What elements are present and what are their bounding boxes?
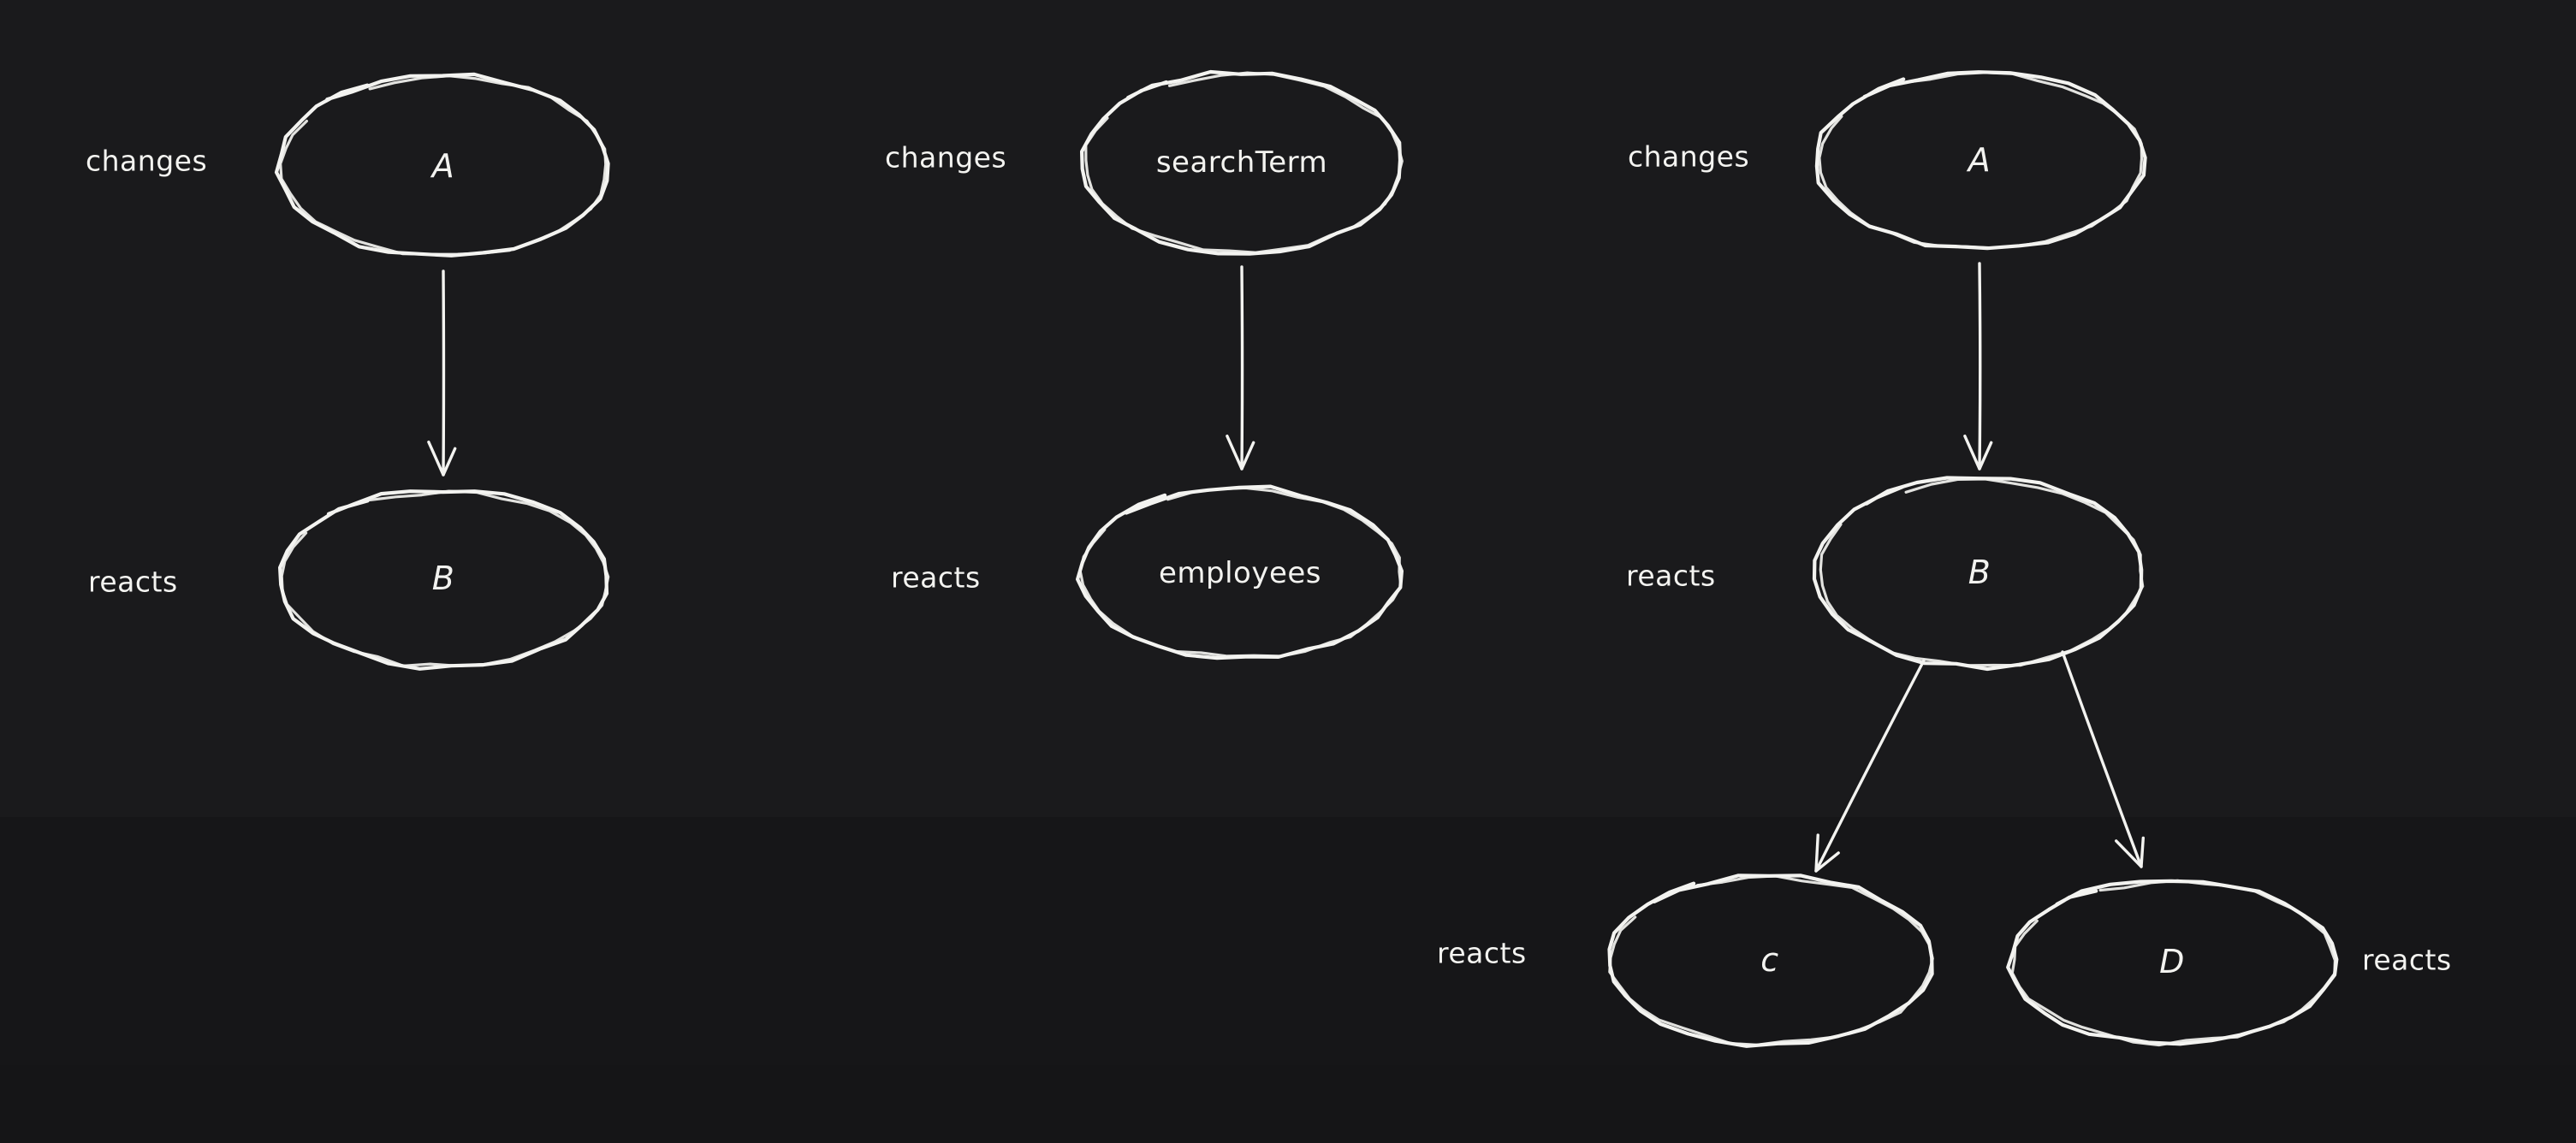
arrow-a3-to-b3	[1963, 262, 1993, 471]
arrow-b3-to-d3	[2061, 650, 2146, 868]
side-label-reacts-d: reacts	[2362, 943, 2452, 977]
arrow-head	[1226, 434, 1255, 471]
arrow-head	[1963, 434, 1993, 471]
arrow-shaft	[1814, 659, 1926, 873]
node-label-searchTerm: searchTerm	[1155, 145, 1328, 180]
side-label-changes-1: changes	[86, 144, 208, 178]
node-label-b3: B	[1968, 554, 1991, 591]
arrow-searchTerm-to-employees	[1226, 265, 1255, 471]
side-label-changes-3: changes	[1628, 139, 1750, 174]
arrow-head	[427, 440, 457, 477]
side-label-reacts-c: reacts	[1437, 936, 1527, 970]
side-label-reacts-3: reacts	[1626, 559, 1716, 593]
node-label-d3: D	[2159, 943, 2185, 980]
arrow-shaft	[2061, 650, 2143, 868]
side-label-reacts-2: reacts	[891, 560, 981, 595]
arrow-shaft	[1240, 265, 1244, 471]
node-label-employees: employees	[1158, 556, 1322, 590]
side-label-changes-2: changes	[885, 140, 1007, 175]
side-label-reacts-1: reacts	[88, 565, 178, 599]
node-label-c3: c	[1760, 941, 1779, 979]
arrow-b3-to-c3	[1814, 659, 1926, 873]
node-label-b1: B	[431, 560, 455, 597]
diagram-canvas: A Bchanges reacts searchTerm employees change…	[0, 0, 2576, 1143]
arrow-a1-to-b1	[427, 269, 457, 477]
node-label-a3: A	[1968, 141, 1991, 179]
arrow-shaft	[1978, 262, 1982, 471]
node-label-a1: A	[431, 147, 455, 185]
